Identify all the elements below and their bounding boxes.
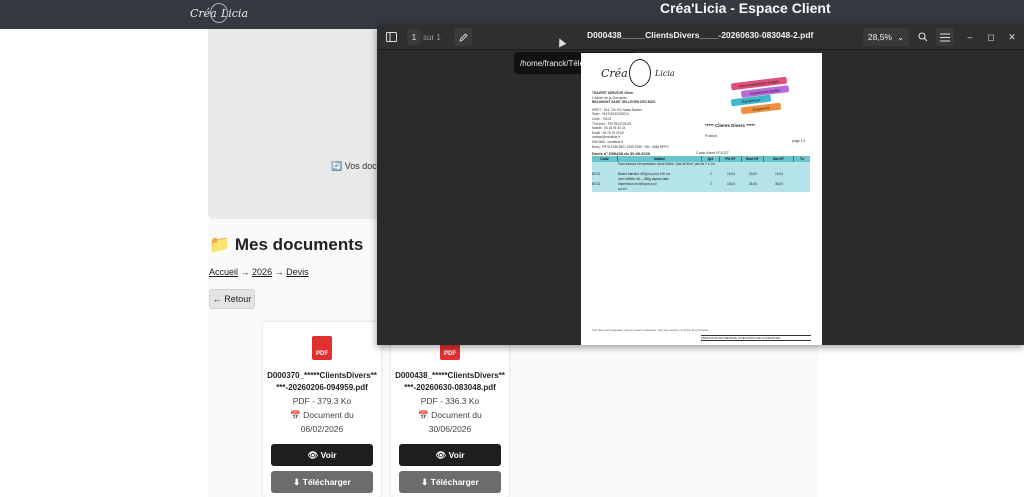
search-icon xyxy=(918,32,928,42)
close-button[interactable]: ✕ xyxy=(1004,28,1020,46)
document-date-label: 📅 Document du xyxy=(290,410,354,420)
table-cell: 36,00 xyxy=(775,182,783,186)
breadcrumb-separator: → xyxy=(274,267,284,277)
breadcrumb-separator: → xyxy=(240,267,250,277)
sidebar-icon xyxy=(385,32,397,42)
zoom-dropdown[interactable]: 28,5% ⌄ xyxy=(863,28,909,46)
table-cell: 2 xyxy=(710,172,712,176)
table-cell: 18,00 xyxy=(727,182,735,186)
back-button[interactable]: ← Retour xyxy=(209,289,255,309)
pdf-logo-first: Créa xyxy=(601,67,628,80)
document-title: D000438_____ClientsDivers____-20260630-0… xyxy=(587,30,814,40)
company-line: Banq : FR76 6788 8901 2345 6789 · Rib : … xyxy=(592,144,669,149)
pdf-file-icon: PDF xyxy=(312,336,332,360)
page-number-input[interactable]: 1 xyxy=(407,29,421,45)
search-button[interactable] xyxy=(914,28,932,46)
download-button[interactable]: ⬇ Télécharger xyxy=(271,471,373,493)
client-code: Code client N°1027 xyxy=(696,151,729,155)
devis-page-number: page 1/1 xyxy=(792,139,806,143)
breadcrumb-devis[interactable]: Devis xyxy=(286,267,309,277)
menu-button[interactable] xyxy=(936,28,954,46)
document-card: PDF D000370_*****ClientsDivers*****-2026… xyxy=(263,322,381,497)
zoom-value: 28,5% xyxy=(867,32,892,42)
document-date: 30/06/2026 xyxy=(428,424,472,434)
table-cell: 15,00 xyxy=(727,172,735,176)
quote-table: Code Intitulé Qté PU HT Brut HT Net HT T… xyxy=(592,156,810,192)
maximize-button[interactable]: ◻ xyxy=(983,28,999,46)
document-date: 06/02/2026 xyxy=(300,424,344,434)
pencil-icon xyxy=(458,32,468,42)
document-meta: PDF - 336.3 Ko 📅 Document du 30/06/2026 xyxy=(395,394,505,436)
breadcrumb: Accueil → 2026 → Devis xyxy=(209,267,309,277)
pdf-logo-second: Licia xyxy=(655,69,675,78)
preview-area xyxy=(208,29,378,219)
document-card: PDF D000438_*****ClientsDivers*****-2026… xyxy=(391,322,509,497)
table-cell: 15,00 xyxy=(775,172,783,176)
pdf-viewer-window: 1 sur 1 D000438_____ClientsDivers____-20… xyxy=(377,24,1024,345)
preview-status-text: 🔄 Vos docu xyxy=(331,161,382,171)
table-cell: 30,00 xyxy=(749,172,757,176)
document-date-label: 📅 Document du xyxy=(418,410,482,420)
page-count: sur 1 xyxy=(423,32,441,42)
pdf-footer-box: PRESTATION ENTREPRISE ATTESTATION DE FOU… xyxy=(701,335,811,341)
document-meta: PDF - 379.3 Ko 📅 Document du 06/02/2026 xyxy=(267,394,377,436)
left-margin xyxy=(0,29,208,497)
table-row: Tous travaux et impression d'une bâche "… xyxy=(592,162,810,167)
viewer-toolbar: 1 sur 1 D000438_____ClientsDivers____-20… xyxy=(377,24,1024,50)
pdf-page: Créa Licia TRAVERT KERVEUR Olivia L'Atel… xyxy=(581,53,822,345)
company-info: TRAVERT KERVEUR Olivia L'Atelier de la C… xyxy=(592,91,692,149)
download-button[interactable]: ⬇ Télécharger xyxy=(399,471,501,493)
pdf-logo: Créa Licia xyxy=(599,59,687,87)
view-button[interactable]: 👁 Voir xyxy=(271,444,373,466)
breadcrumb-home[interactable]: Accueil xyxy=(209,267,238,277)
document-type-size: PDF - 379.3 Ko xyxy=(292,396,352,406)
minimize-button[interactable]: – xyxy=(962,28,978,46)
document-name: D000438_*****ClientsDivers*****-20260630… xyxy=(395,371,505,392)
table-cell: 36,00 xyxy=(749,182,757,186)
client-country: France xyxy=(705,133,718,138)
hamburger-menu-icon xyxy=(940,33,950,41)
quote-table-body: Tous travaux et impression d'une bâche "… xyxy=(592,162,810,192)
document-name: D000370_*****ClientsDivers*****-20260206… xyxy=(267,371,377,392)
site-logo[interactable]: Créa Licia xyxy=(190,1,248,25)
breadcrumb-year[interactable]: 2026 xyxy=(252,267,272,277)
table-cell: 2 xyxy=(710,182,712,186)
chevron-down-icon: ⌄ xyxy=(896,31,905,42)
documents-section-title: 📁 Mes documents xyxy=(209,235,364,254)
logo-ring-icon xyxy=(210,3,228,23)
sidebar-toggle-button[interactable] xyxy=(382,28,400,46)
view-button[interactable]: 👁 Voir xyxy=(399,444,501,466)
document-type-size: PDF - 336.3 Ko xyxy=(420,396,480,406)
site-title: Créa'Licia - Espace Client xyxy=(660,0,831,16)
table-row: au m2 xyxy=(592,187,810,192)
table-cell: au m2 xyxy=(618,187,627,191)
table-cell: Tous travaux et impression d'une bâche "… xyxy=(618,162,715,166)
annotate-button[interactable] xyxy=(454,28,472,46)
logo-ring-icon xyxy=(629,59,651,87)
client-name: ***** Clients Divers ***** xyxy=(705,123,756,128)
pdf-footer-note: Tous devis par la signature, avec la men… xyxy=(592,329,709,332)
